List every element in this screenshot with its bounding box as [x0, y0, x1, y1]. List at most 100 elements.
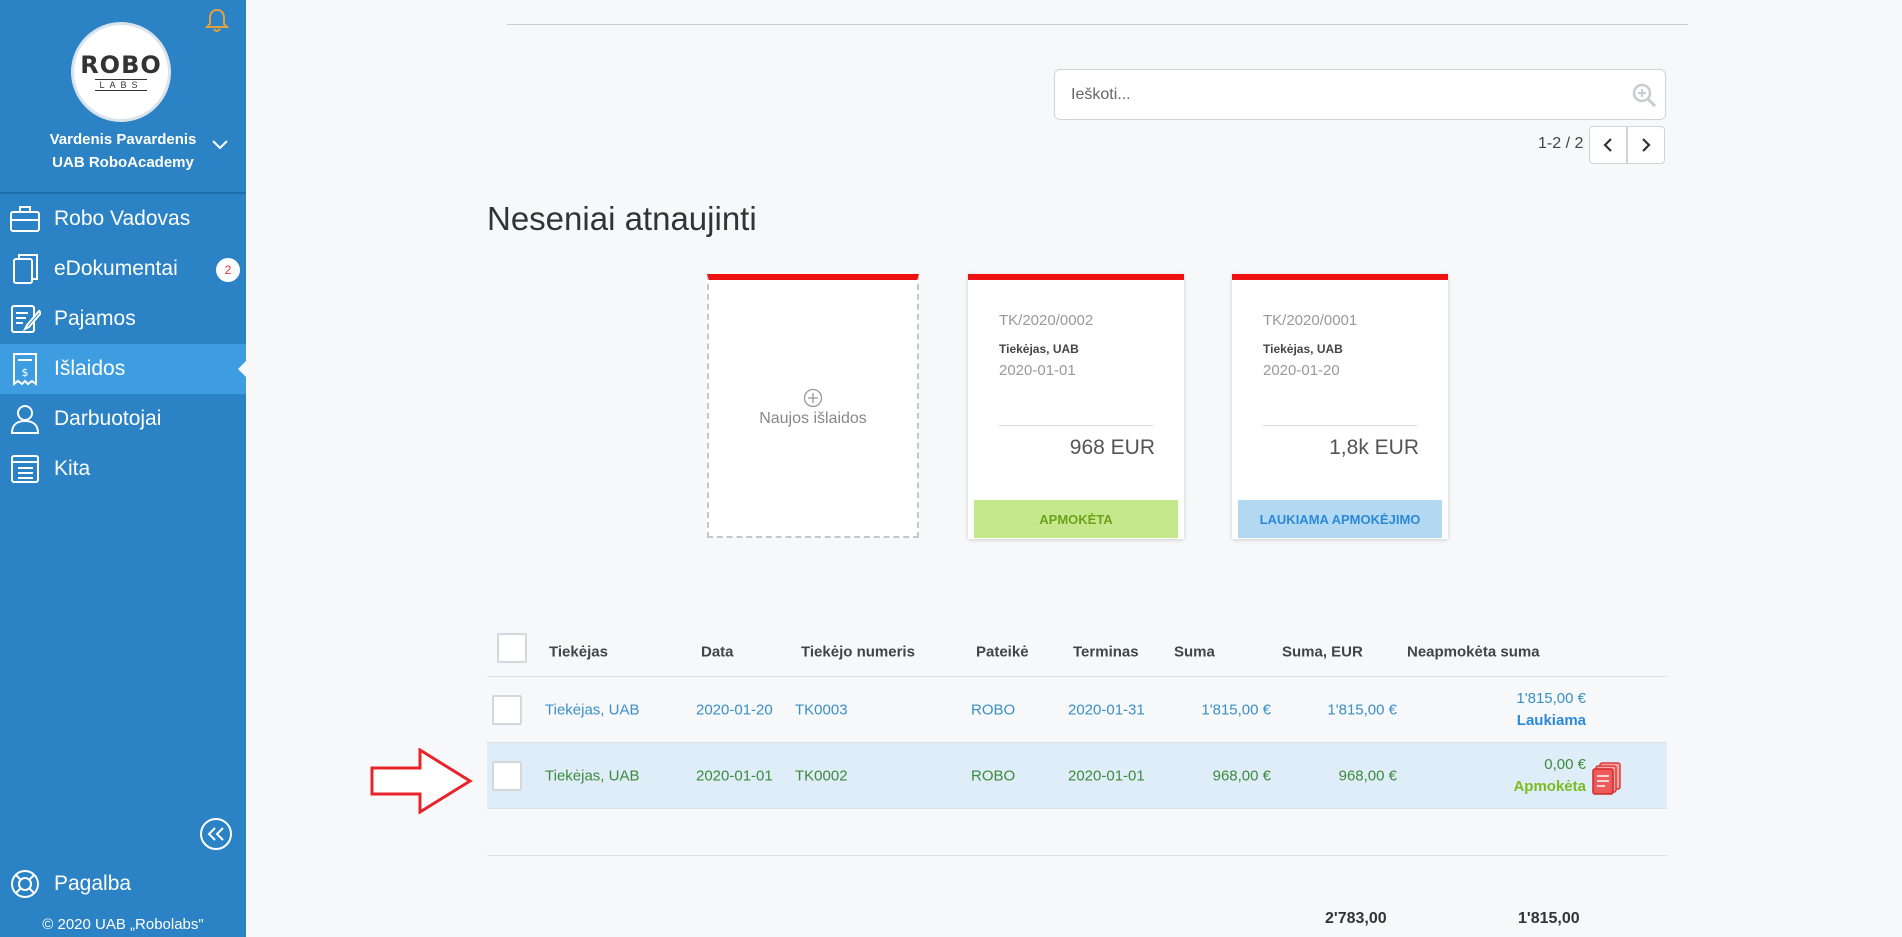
cell-supplier-number: TK0002 [795, 767, 848, 784]
card-date: 2020-01-01 [999, 362, 1076, 379]
new-expense-card[interactable]: Naujos išlaidos [707, 274, 919, 538]
sidebar-item-label: Pajamos [54, 307, 136, 330]
cell-unpaid: 0,00 € Apmokėta [1513, 754, 1586, 798]
cell-supplier[interactable]: Tiekėjas, UAB [545, 701, 639, 718]
sidebar-item-label: Kita [54, 457, 91, 480]
chevron-left-icon [1603, 138, 1612, 152]
sidebar-item-pajamos[interactable]: Pajamos [0, 294, 246, 344]
search-input[interactable] [1071, 85, 1611, 104]
double-chevron-left-icon [207, 827, 224, 841]
sidebar-item-label: Robo Vadovas [54, 207, 191, 230]
search-box[interactable] [1054, 69, 1666, 120]
card-supplier: Tiekėjas, UAB [999, 342, 1079, 356]
receipt-icon: $ [8, 352, 42, 386]
row-checkbox[interactable] [492, 695, 522, 725]
sidebar-item-darbuotojai[interactable]: Darbuotojai [0, 394, 246, 444]
briefcase-icon [8, 202, 42, 236]
column-header-sum-eur[interactable]: Suma, EUR [1282, 643, 1363, 660]
pagination-info: 1-2 / 2 [1538, 135, 1584, 152]
cell-date: 2020-01-20 [696, 701, 773, 718]
logo-text-top: ROBO [80, 51, 162, 79]
card-number: TK/2020/0001 [1263, 312, 1358, 329]
help-label: Pagalba [54, 872, 132, 895]
total-sum-eur: 2'783,00 [1325, 910, 1387, 927]
expenses-table: Tiekėjas Data Tiekėjo numeris Pateikė Te… [487, 627, 1667, 809]
unpaid-amount: 1'815,00 € [1516, 689, 1586, 707]
table-header: Tiekėjas Data Tiekėjo numeris Pateikė Te… [487, 627, 1667, 677]
unpaid-amount: 0,00 € [1544, 755, 1586, 773]
column-header-sum[interactable]: Suma [1174, 643, 1215, 660]
sidebar-item-edokumentai[interactable]: eDokumentai 2 [0, 244, 246, 294]
card-amount: 968 EUR [1069, 436, 1155, 459]
select-all-checkbox[interactable] [497, 633, 527, 663]
card-amount: 1,8k EUR [1329, 436, 1419, 459]
sidebar-nav: Robo Vadovas eDokumentai 2 Pajamos $ Išl… [0, 192, 246, 494]
previous-page-button[interactable] [1589, 126, 1627, 164]
cell-sum-eur: 968,00 € [1338, 767, 1397, 784]
sidebar-item-label: Išlaidos [54, 357, 126, 380]
help-link[interactable]: Pagalba [8, 866, 131, 902]
top-divider [507, 24, 1688, 25]
cell-due: 2020-01-01 [1068, 767, 1145, 784]
column-header-unpaid[interactable]: Neapmokėta suma [1407, 643, 1540, 660]
cell-due: 2020-01-31 [1068, 701, 1145, 718]
list-icon [8, 452, 42, 486]
person-icon [8, 402, 42, 436]
company-logo[interactable]: ROBO LABS [71, 22, 171, 122]
lifebuoy-icon [8, 867, 42, 901]
row-checkbox[interactable] [492, 761, 522, 791]
table-row[interactable]: Tiekėjas, UAB 2020-01-20 TK0003 ROBO 202… [487, 677, 1667, 743]
sidebar-item-islaidos[interactable]: $ Išlaidos [0, 344, 246, 394]
page-title: Neseniai atnaujinti [487, 200, 757, 237]
card-number: TK/2020/0002 [999, 312, 1094, 329]
cell-supplier[interactable]: Tiekėjas, UAB [545, 767, 639, 784]
cell-sum-eur: 1'815,00 € [1327, 701, 1397, 718]
card-divider [999, 425, 1153, 426]
plus-circle-icon [803, 388, 823, 408]
next-page-button[interactable] [1627, 126, 1665, 164]
table-row[interactable]: Tiekėjas, UAB 2020-01-01 TK0002 ROBO 202… [487, 743, 1667, 809]
payment-status: Laukiama [1516, 711, 1586, 729]
sidebar: ROBO LABS Vardenis Pavardenis UAB RoboAc… [0, 0, 246, 937]
expense-card[interactable]: TK/2020/0001 Tiekėjas, UAB 2020-01-20 1,… [1232, 274, 1448, 539]
edit-doc-icon [8, 302, 42, 336]
chevron-down-icon[interactable] [210, 138, 230, 152]
logo-text-bottom: LABS [95, 79, 147, 91]
cell-submitted-by: ROBO [971, 767, 1016, 784]
cell-sum: 968,00 € [1212, 767, 1271, 784]
cell-supplier-number: TK0003 [795, 701, 848, 718]
card-divider [1263, 425, 1417, 426]
cell-unpaid: 1'815,00 € Laukiama [1516, 688, 1586, 732]
table-footer-divider [487, 855, 1667, 856]
column-header-date[interactable]: Data [701, 643, 734, 660]
documents-icon [8, 252, 42, 286]
column-header-supplier-number[interactable]: Tiekėjo numeris [801, 643, 915, 660]
sidebar-item-label: eDokumentai [54, 257, 178, 280]
status-badge: LAUKIAMA APMOKĖJIMO [1238, 500, 1442, 538]
svg-text:$: $ [22, 366, 29, 379]
cell-date: 2020-01-01 [696, 767, 773, 784]
document-copies-icon[interactable] [1592, 761, 1622, 795]
expense-card[interactable]: TK/2020/0002 Tiekėjas, UAB 2020-01-01 96… [968, 274, 1184, 539]
user-company: UAB RoboAcademy [52, 154, 194, 171]
column-header-supplier[interactable]: Tiekėjas [549, 643, 608, 660]
new-expense-label: Naujos išlaidos [759, 410, 867, 427]
card-date: 2020-01-20 [1263, 362, 1340, 379]
sidebar-item-kita[interactable]: Kita [0, 444, 246, 494]
notification-badge: 2 [216, 258, 240, 282]
annotation-arrow-icon [370, 748, 473, 814]
sidebar-item-label: Darbuotojai [54, 407, 162, 430]
cell-submitted-by: ROBO [971, 701, 1016, 718]
chevron-right-icon [1642, 138, 1651, 152]
bell-icon[interactable] [203, 6, 231, 34]
cell-sum: 1'815,00 € [1201, 701, 1271, 718]
column-header-due[interactable]: Terminas [1073, 643, 1139, 660]
column-header-submitted-by[interactable]: Pateikė [976, 643, 1029, 660]
copyright: © 2020 UAB „Robolabs" [42, 916, 204, 933]
status-badge: APMOKĖTA [974, 500, 1178, 538]
search-zoom-icon[interactable] [1631, 82, 1657, 108]
card-supplier: Tiekėjas, UAB [1263, 342, 1343, 356]
collapse-sidebar-button[interactable] [200, 818, 232, 850]
sidebar-item-robo-vadovas[interactable]: Robo Vadovas [0, 194, 246, 244]
total-unpaid: 1'815,00 [1518, 910, 1580, 927]
